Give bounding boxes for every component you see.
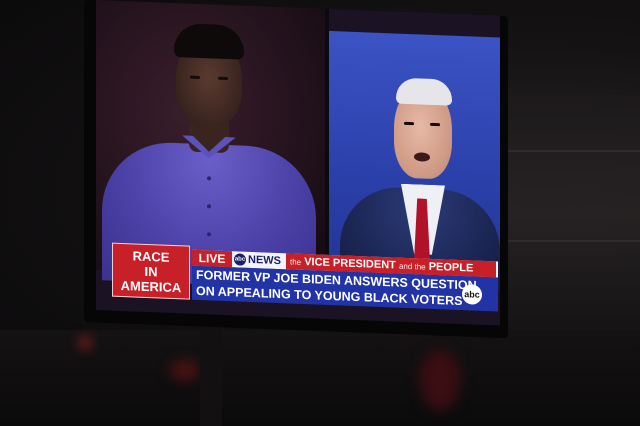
right-person-eye: [430, 122, 440, 127]
red-glow: [420, 350, 460, 410]
red-light: [80, 338, 90, 348]
red-glow: [170, 360, 200, 380]
shirt-button: [207, 232, 211, 237]
shirt-button: [207, 204, 211, 209]
abc-news-label: abc NEWS: [234, 251, 281, 269]
abc-logo-icon: abc: [234, 253, 246, 266]
split-divider: [325, 8, 329, 279]
network-label: NEWS: [248, 253, 281, 268]
right-person-eye: [404, 121, 414, 126]
wall-line: [500, 240, 640, 242]
left-person-eye: [218, 76, 228, 81]
tv-screen: RACE IN AMERICA LIVE abc NEWS the VICE PR…: [96, 0, 500, 326]
counter: [0, 330, 640, 426]
show-title-and: and the: [398, 261, 426, 272]
shirt-button: [207, 176, 211, 181]
show-title-people: PEOPLE: [428, 260, 474, 275]
live-badge: LIVE: [192, 249, 232, 268]
left-person-eye: [190, 75, 200, 79]
show-title-prefix: the: [290, 257, 302, 267]
abc-corner-bug-icon: abc: [462, 284, 482, 305]
right-person-mouth: [414, 152, 430, 162]
race-box-line3: AMERICA: [120, 277, 182, 295]
wall-panel: [500, 95, 640, 335]
tv-stand: [200, 322, 222, 426]
wall-line: [500, 150, 640, 152]
race-in-america-box: RACE IN AMERICA: [112, 242, 190, 300]
show-title-main: VICE PRESIDENT: [304, 255, 396, 272]
